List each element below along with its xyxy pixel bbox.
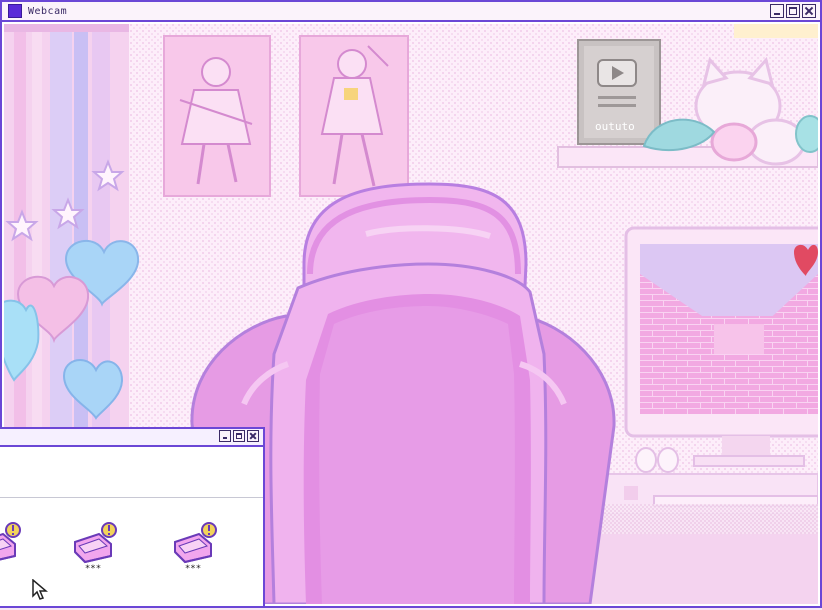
maximize-icon[interactable] bbox=[233, 430, 245, 442]
bed-alert-icon bbox=[0, 522, 21, 561]
file-explorer-toolbar bbox=[0, 447, 263, 498]
anime-poster-right bbox=[299, 35, 409, 197]
file-label: *** bbox=[184, 564, 202, 574]
maximize-icon[interactable] bbox=[786, 4, 800, 18]
close-icon[interactable] bbox=[247, 430, 259, 442]
file-item[interactable]: *** bbox=[158, 522, 228, 574]
window-controls bbox=[770, 4, 816, 18]
file-item[interactable] bbox=[0, 522, 32, 564]
file-item[interactable]: *** bbox=[58, 522, 128, 574]
file-label: *** bbox=[84, 564, 102, 574]
bed-alert-icon bbox=[174, 522, 217, 564]
minimize-icon[interactable] bbox=[219, 430, 231, 442]
file-explorer-titlebar[interactable] bbox=[0, 429, 263, 447]
bed-alert-icon bbox=[74, 522, 117, 564]
close-icon[interactable] bbox=[802, 4, 816, 18]
file-explorer-controls bbox=[219, 430, 259, 442]
webcam-titlebar[interactable]: Webcam bbox=[2, 2, 820, 22]
anime-poster-left bbox=[163, 35, 271, 197]
webcam-app-icon bbox=[8, 4, 22, 18]
mouse-pointer-icon bbox=[32, 579, 48, 600]
window-title: Webcam bbox=[28, 5, 68, 17]
monitor bbox=[624, 226, 818, 473]
plaque-text: oututo bbox=[595, 120, 635, 133]
minimize-icon[interactable] bbox=[770, 4, 784, 18]
